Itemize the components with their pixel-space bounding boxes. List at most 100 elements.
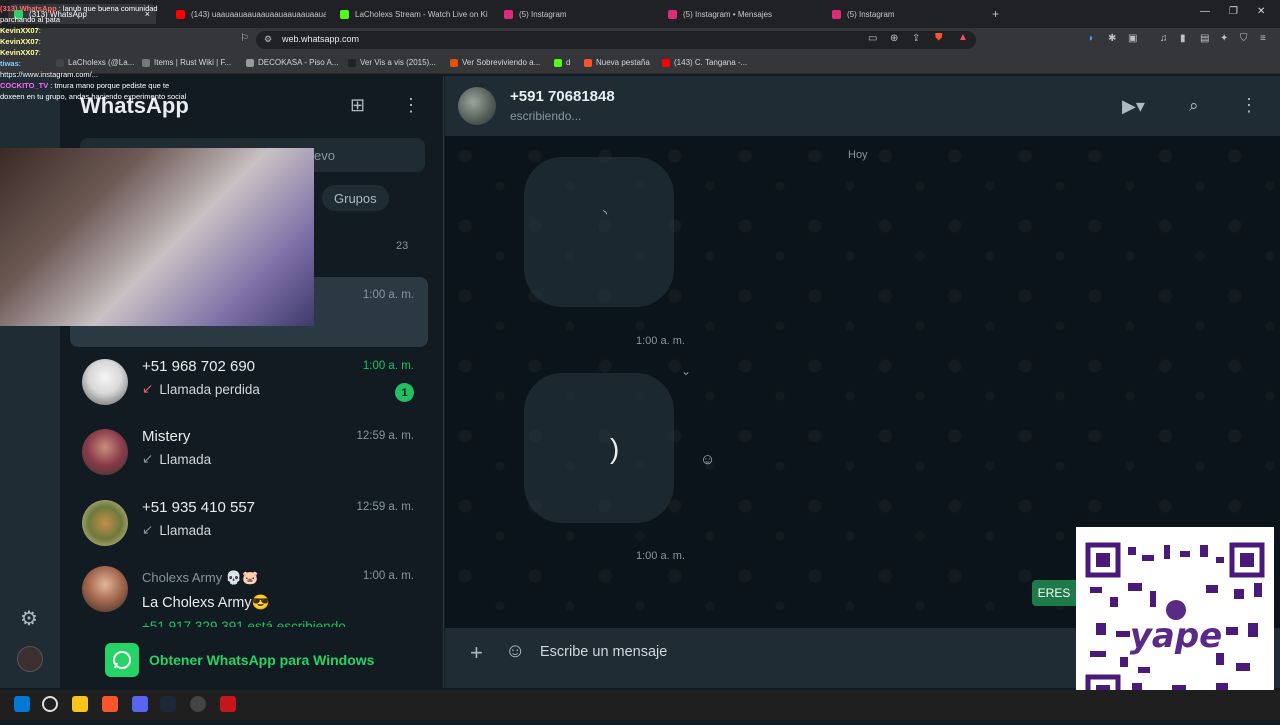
chat-time: 12:59 a. m. [356,430,414,442]
settings-icon[interactable]: ⚙ [20,606,38,631]
chat-subtitle: ↙ Llamada perdida [142,381,260,397]
chat-name: +51 935 410 557 [142,499,256,516]
search-icon[interactable]: ⌕ [1189,96,1199,116]
webcam-overlay [0,148,314,326]
tabs-icon[interactable]: ▤ [1200,33,1209,44]
chevron-down-icon[interactable]: ⌄ [681,364,691,378]
minimize-icon[interactable]: — [1200,6,1210,17]
tab-instagram-2[interactable]: (5) Instagram [832,4,982,24]
group-last-message: La Cholexs Army😎 [142,595,270,611]
profile-avatar[interactable] [17,646,43,672]
whatsapp-logo-icon [105,643,139,677]
menu-icon[interactable]: ≡ [1260,33,1266,44]
windows-start-icon[interactable] [14,696,30,712]
new-chat-icon[interactable]: ⊞ [350,95,365,116]
bookmark-item[interactable]: Ver Sobreviviendo a... [450,58,540,67]
bookmark-item[interactable]: DECOKASA - Piso A... [246,58,338,67]
steam-icon[interactable] [160,696,176,712]
wallet-icon[interactable]: ▣ [1128,33,1137,44]
bookmark-item[interactable]: Ver Vis a vis (2015)... [348,58,436,67]
chat-item[interactable]: Mistery ↙ Llamada 12:59 a. m. [70,418,428,488]
day-divider: Hoy [848,149,868,161]
menu-icon[interactable]: ⋮ [1240,95,1258,116]
message-input[interactable]: Escribe un mensaje [540,644,667,660]
chat-time: 12:59 a. m. [356,501,414,513]
contact-name[interactable]: +591 70681848 [510,88,615,105]
brave-shield-icon[interactable]: ⛊ [935,32,943,43]
new-tab-button[interactable]: + [992,4,1004,24]
screen-icon[interactable]: ▭ [868,33,877,44]
file-explorer-icon[interactable] [72,696,88,712]
stream-chat-overlay: (313) WhatsApp : lanub que buena comunid… [0,3,210,138]
leo-icon[interactable]: ✦ [1220,33,1228,44]
rewards-icon[interactable]: ▲ [958,32,968,43]
loading-spinner-icon: ) [610,433,620,464]
missed-call-icon: ↙ [142,381,154,396]
instagram-icon [668,9,677,19]
close-window-icon[interactable]: ✕ [1257,6,1265,17]
youtube-icon [662,58,670,67]
menu-icon[interactable]: ⋮ [402,95,420,116]
sidebar-toggle-icon[interactable]: ▮ [1180,33,1186,44]
chat-item[interactable]: +51 968 702 690 ↙ Llamada perdida 1:00 a.… [70,348,428,418]
globe-icon [246,58,254,67]
react-emoji-icon[interactable]: ☺ [700,451,715,468]
call-icon: ↙ [142,451,154,466]
typing-indicator: +51 917 329 391 está escribiendo [142,619,346,627]
avatar [82,429,128,475]
bookmark-item[interactable]: Nueva pestaña [584,58,650,67]
bookmark-item[interactable]: (143) C. Tangana -... [662,58,747,67]
avatar [82,500,128,546]
tab-label: (5) Instagram [519,9,567,19]
obs-icon[interactable] [190,696,206,712]
message-time: 1:00 a. m. [636,550,685,562]
unread-badge: 1 [395,383,414,402]
media-icon[interactable]: ♫ [1160,33,1168,44]
overlay-chat-line: https://www.instagram.com/... [0,70,98,79]
emoji-icon[interactable]: ☺ [505,640,525,663]
media-message[interactable] [524,157,674,307]
discord-icon[interactable] [132,696,148,712]
overlay-chat-line: doxeen en tu grupo, andas haciendo exper… [0,92,187,101]
search-icon[interactable] [42,696,58,712]
maximize-icon[interactable]: ❐ [1229,6,1238,17]
side-label: ERES [1032,580,1076,606]
attach-plus-icon[interactable]: + [470,640,483,666]
tab-instagram[interactable]: (5) Instagram [504,4,654,24]
overlay-chat-line: KevinXX07: [0,26,41,35]
site-info-icon[interactable]: ⚙ [264,34,272,45]
overlay-chat-line: (313) WhatsApp : lanub que buena comunid… [0,4,158,13]
bookmark-icon[interactable]: ⚐ [240,33,249,44]
shield-icon[interactable]: ⛉ [1240,33,1248,44]
call-icon: ↙ [142,522,154,537]
zoom-icon[interactable]: ⊕ [890,33,898,44]
chat-item-group[interactable]: Cholexs Army 💀🐷 La Cholexs Army😎 +51 917… [70,555,428,627]
tab-label: (5) Instagram [847,9,895,19]
brave-icon[interactable] [102,696,118,712]
chat-item[interactable]: +51 935 410 557 ↙ Llamada 12:59 a. m. [70,489,428,559]
yape-logo: yape [1130,616,1223,656]
media-message[interactable] [524,373,674,523]
url-text: web.whatsapp.com [282,34,360,44]
filter-groups[interactable]: Grupos [322,185,389,211]
video-call-icon[interactable]: ▶▾ [1122,96,1145,117]
tab-label: LaCholexs Stream - Watch Live on Ki [355,9,488,19]
contact-avatar[interactable] [458,87,496,125]
vpn-icon[interactable]: ◗ [1088,33,1094,44]
app-icon[interactable] [220,696,236,712]
site-icon [450,58,458,67]
extensions-icon[interactable]: ✱ [1108,33,1116,44]
overlay-chat-line: KevinXX07: [0,48,41,57]
chat-subtitle: ↙ Llamada [142,451,212,467]
avatar [82,359,128,405]
share-icon[interactable]: ⇪ [912,33,920,44]
group-name: Cholexs Army 💀🐷 [142,570,259,585]
bookmark-item[interactable]: d [554,58,570,67]
p-icon [348,58,356,67]
tab-instagram-messages[interactable]: (5) Instagram • Mensajes [668,4,818,24]
get-windows-app-link[interactable]: Obtener WhatsApp para Windows [105,640,395,680]
chat-name: +51 968 702 690 [142,358,256,375]
overlay-chat-line: COCKITO_TV : tmura mano porque pediste q… [0,81,170,90]
message-time: 1:00 a. m. [636,335,685,347]
tab-kick[interactable]: LaCholexs Stream - Watch Live on Ki [340,4,490,24]
